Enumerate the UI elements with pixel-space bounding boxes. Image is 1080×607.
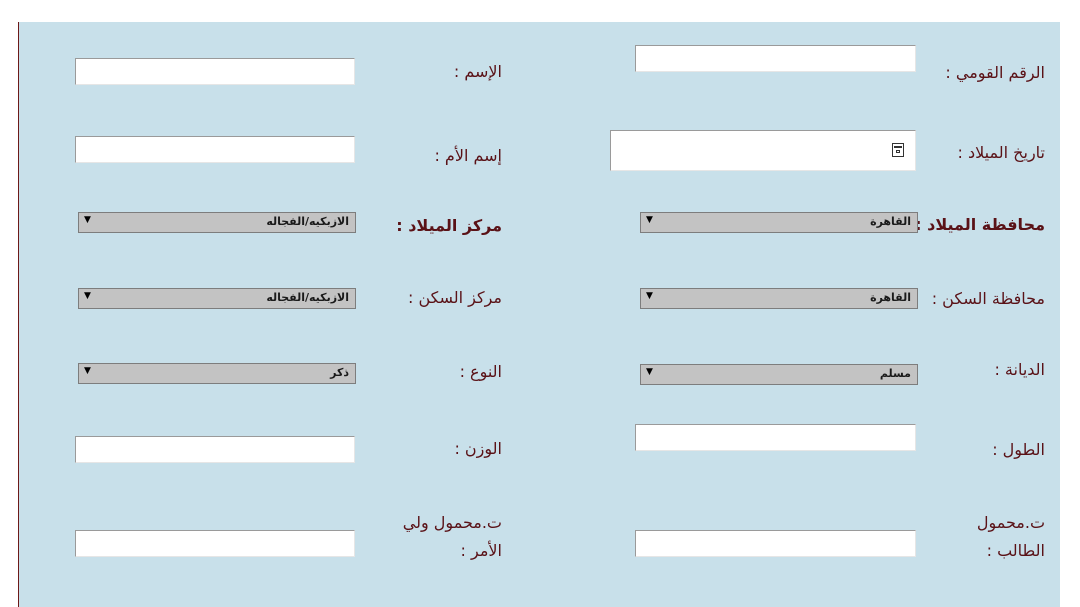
religion-select[interactable]: مسلم ▼ (640, 364, 918, 385)
birth-governorate-select[interactable]: القاهرة ▼ (640, 212, 918, 233)
guardian-mobile-label: ت.محمول ولي الأمر : (402, 513, 502, 560)
student-mobile-input[interactable] (635, 530, 916, 557)
birth-center-label: مركز الميلاد : (396, 216, 502, 235)
birth-date-label: تاريخ الميلاد : (957, 143, 1045, 162)
birth-date-picker[interactable] (610, 130, 916, 171)
residence-governorate-label: محافظة السكن : (931, 289, 1045, 308)
dropdown-arrow-icon: ▼ (646, 367, 653, 377)
guardian-mobile-input[interactable] (75, 530, 355, 557)
gender-label: النوع : (459, 362, 502, 381)
birth-governorate-label: محافظة الميلاد : (915, 215, 1045, 234)
gender-value: ذكر (330, 366, 349, 379)
national-id-label: الرقم القومي : (945, 63, 1045, 82)
national-id-input[interactable] (635, 45, 916, 72)
residence-governorate-select[interactable]: القاهرة ▼ (640, 288, 918, 309)
religion-label: الديانة : (994, 360, 1045, 379)
height-input[interactable] (635, 424, 916, 451)
dropdown-arrow-icon: ▼ (646, 291, 653, 301)
religion-value: مسلم (879, 367, 911, 380)
gender-select[interactable]: ذكر ▼ (78, 363, 356, 384)
residence-center-value: الازبكيه/الفجاله (266, 291, 349, 304)
weight-input[interactable] (75, 436, 355, 463)
residence-center-label: مركز السكن : (407, 288, 502, 307)
mother-name-input[interactable] (75, 136, 355, 163)
name-label: الإسم : (453, 62, 502, 81)
dropdown-arrow-icon: ▼ (646, 215, 653, 225)
residence-governorate-value: القاهرة (870, 291, 911, 304)
dropdown-arrow-icon: ▼ (84, 215, 91, 225)
birth-center-value: الازبكيه/الفجاله (266, 215, 349, 228)
calendar-icon[interactable] (892, 143, 904, 157)
dropdown-arrow-icon: ▼ (84, 291, 91, 301)
student-form-panel (19, 22, 1060, 607)
residence-center-select[interactable]: الازبكيه/الفجاله ▼ (78, 288, 356, 309)
student-mobile-label: ت.محمول الطالب : (976, 513, 1045, 560)
height-label: الطول : (992, 440, 1045, 459)
name-input[interactable] (75, 58, 355, 85)
dropdown-arrow-icon: ▼ (84, 366, 91, 376)
birth-center-select[interactable]: الازبكيه/الفجاله ▼ (78, 212, 356, 233)
birth-governorate-value: القاهرة (870, 215, 911, 228)
mother-name-label: إسم الأم : (434, 146, 502, 165)
weight-label: الوزن : (454, 439, 502, 458)
